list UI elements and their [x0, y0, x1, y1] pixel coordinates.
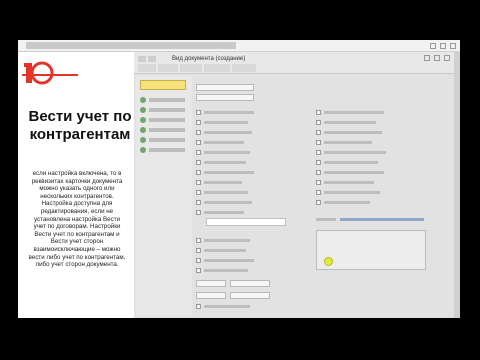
- nav-item-1[interactable]: [140, 96, 190, 104]
- nav-item-2[interactable]: [140, 106, 190, 114]
- back-arrow-icon[interactable]: [138, 56, 146, 62]
- close-button[interactable]: [450, 43, 456, 49]
- option-checkbox[interactable]: [316, 200, 321, 205]
- nav-icon: [140, 107, 146, 113]
- nav-icon: [140, 137, 146, 143]
- option-checkbox[interactable]: [316, 190, 321, 195]
- window-title-placeholder: [26, 42, 236, 49]
- tooltip: [206, 218, 286, 226]
- nav-icon: [140, 117, 146, 123]
- maximize-button[interactable]: [440, 43, 446, 49]
- form-header: Вид документа (создание): [134, 52, 454, 74]
- tab-5[interactable]: [232, 64, 256, 72]
- nav-icon: [140, 97, 146, 103]
- option-checkbox[interactable]: [316, 180, 321, 185]
- app-screenshot: Вид документа (создание): [134, 52, 460, 318]
- nav-icon: [140, 147, 146, 153]
- option-checkbox[interactable]: [316, 140, 321, 145]
- option-checkbox[interactable]: [196, 170, 201, 175]
- option-checkbox[interactable]: [196, 180, 201, 185]
- save-and-close-button[interactable]: [140, 80, 186, 90]
- option-checkbox[interactable]: [196, 304, 201, 309]
- minimize-button[interactable]: [430, 43, 436, 49]
- form-nav-panel: [136, 76, 192, 316]
- form-maximize-button[interactable]: [434, 55, 440, 61]
- option-checkbox[interactable]: [316, 120, 321, 125]
- option-checkbox[interactable]: [196, 210, 201, 215]
- type-field[interactable]: [196, 84, 254, 91]
- presentation-window: Вести учет по контрагентам если настройк…: [18, 40, 460, 318]
- mouse-cursor-highlight: [324, 257, 333, 266]
- window-titlebar: [18, 40, 460, 52]
- option-checkbox[interactable]: [196, 200, 201, 205]
- tab-1[interactable]: [138, 64, 156, 72]
- setting-field[interactable]: [196, 292, 226, 299]
- form-close-button[interactable]: [444, 55, 450, 61]
- option-checkbox[interactable]: [196, 120, 201, 125]
- setting-field[interactable]: [230, 280, 270, 287]
- slide-title: Вести учет по контрагентам: [28, 108, 132, 143]
- option-checkbox[interactable]: [316, 110, 321, 115]
- comment-text-area[interactable]: [316, 230, 426, 270]
- slide-body-text: если настройка включена, то в реквизитах…: [28, 170, 126, 269]
- form-minimize-button[interactable]: [424, 55, 430, 61]
- link[interactable]: [340, 218, 424, 221]
- nav-item-3[interactable]: [140, 116, 190, 124]
- option-checkbox[interactable]: [316, 150, 321, 155]
- option-checkbox[interactable]: [316, 160, 321, 165]
- nav-item-4[interactable]: [140, 126, 190, 134]
- tab-3[interactable]: [180, 64, 202, 72]
- tab-4[interactable]: [204, 64, 230, 72]
- option-checkbox[interactable]: [196, 190, 201, 195]
- option-checkbox[interactable]: [196, 238, 201, 243]
- forward-arrow-icon[interactable]: [148, 56, 156, 62]
- option-checkbox[interactable]: [316, 170, 321, 175]
- tab-2[interactable]: [158, 64, 178, 72]
- nav-item-6[interactable]: [140, 146, 190, 154]
- nav-item-5[interactable]: [140, 136, 190, 144]
- option-checkbox[interactable]: [196, 258, 201, 263]
- 1c-logo-icon: [22, 61, 78, 85]
- name-field[interactable]: [196, 94, 254, 101]
- form-title: Вид документа (создание): [172, 56, 246, 62]
- option-checkbox[interactable]: [196, 130, 201, 135]
- option-checkbox[interactable]: [196, 248, 201, 253]
- option-checkbox[interactable]: [196, 110, 201, 115]
- vertical-scrollbar[interactable]: [454, 52, 460, 318]
- option-checkbox[interactable]: [316, 130, 321, 135]
- option-checkbox[interactable]: [196, 140, 201, 145]
- setting-field[interactable]: [196, 280, 226, 287]
- setting-field[interactable]: [230, 292, 270, 299]
- nav-icon: [140, 127, 146, 133]
- slide-panel: Вести учет по контрагентам если настройк…: [18, 52, 134, 318]
- option-checkbox[interactable]: [196, 268, 201, 273]
- option-checkbox[interactable]: [196, 160, 201, 165]
- option-checkbox[interactable]: [196, 150, 201, 155]
